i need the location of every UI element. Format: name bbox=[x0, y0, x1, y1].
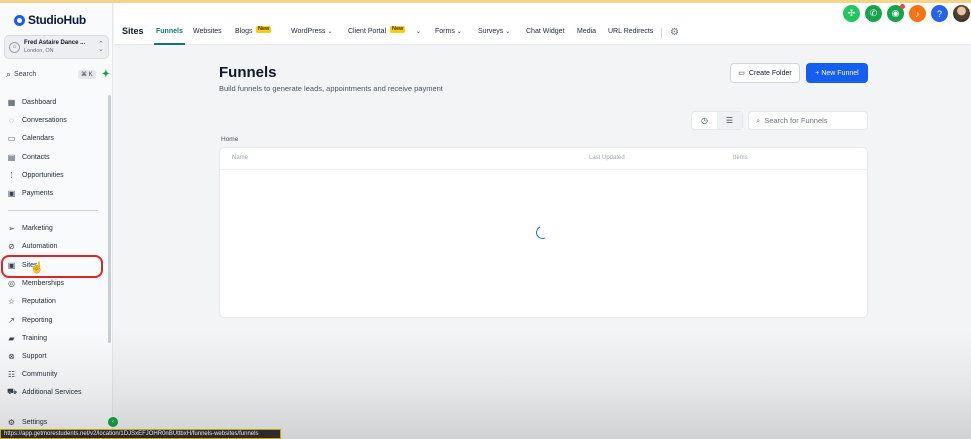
cart-icon: ⛟ bbox=[7, 387, 18, 396]
send-icon: ➢ bbox=[8, 223, 15, 233]
contacts-icon: ▤ bbox=[7, 152, 16, 162]
sidebar-item-contacts[interactable]: ▤ Contacts bbox=[7, 150, 50, 164]
grid-icon: ▦ bbox=[7, 97, 16, 107]
tab-media[interactable]: Media bbox=[577, 28, 596, 35]
column-last-updated[interactable]: Last Updated bbox=[589, 155, 625, 161]
chevron-down-icon: ⌄ bbox=[327, 29, 333, 35]
tab-chat-widget[interactable]: Chat Widget bbox=[526, 28, 565, 35]
breadcrumb[interactable]: Home bbox=[221, 136, 238, 143]
search-icon: ⌕ bbox=[756, 115, 761, 125]
active-tab-indicator bbox=[154, 43, 185, 45]
support-widget-icon[interactable]: ✣ bbox=[843, 5, 860, 22]
tab-blogs[interactable]: Blogs bbox=[235, 28, 253, 35]
help-icon[interactable]: ? bbox=[931, 5, 948, 22]
chevron-updown-icon: ⌃ ⌄ bbox=[98, 41, 104, 53]
search-shortcut: ⌘ K bbox=[77, 69, 96, 79]
sidebar-item-support[interactable]: ⊗ Support bbox=[7, 349, 46, 363]
sidebar-item-marketing[interactable]: ➢ Marketing bbox=[7, 221, 53, 235]
new-funnel-button[interactable]: + New Funnel bbox=[806, 63, 868, 83]
logo-text: StudioHub bbox=[28, 13, 86, 27]
section-title: Sites bbox=[122, 26, 144, 36]
search-icon: ⌕ bbox=[6, 68, 12, 79]
sidebar-item-calendars[interactable]: ▭ Calendars bbox=[7, 131, 54, 145]
community-icon: ☷ bbox=[7, 369, 16, 379]
funnel-search-input[interactable]: ⌕ Search for Funnels bbox=[748, 111, 868, 130]
location-switcher[interactable]: ⌂ Fred Astaire Dance ... London, ON ⌃ ⌄ bbox=[4, 35, 109, 59]
logo-icon bbox=[14, 14, 25, 26]
tab-surveys[interactable]: Surveys ⌄ bbox=[478, 28, 510, 35]
sidebar-item-community[interactable]: ☷ Community bbox=[7, 367, 58, 381]
avatar[interactable] bbox=[953, 5, 970, 22]
book-icon: ▰ bbox=[8, 333, 15, 343]
automation-icon: ⊘ bbox=[8, 241, 15, 251]
client-portal-dropdown[interactable]: ⌄ bbox=[416, 28, 421, 35]
chevron-down-icon: ⌄ bbox=[456, 29, 462, 35]
tab-forms[interactable]: Forms ⌄ bbox=[435, 28, 462, 35]
announcements-icon[interactable]: ◉ bbox=[887, 4, 905, 22]
view-toggle: ◷ ☰ bbox=[691, 111, 743, 130]
new-badge-blogs: New bbox=[256, 26, 272, 33]
search-placeholder: Search for Funnels bbox=[764, 116, 828, 125]
sidebar-item-additional-services[interactable]: ⛟ Additional Services bbox=[7, 385, 82, 399]
sidebar-item-opportunities[interactable]: ⁞ Opportunities bbox=[7, 168, 63, 182]
video-overlay-gradient bbox=[0, 330, 971, 439]
location-name: Fred Astaire Dance ... bbox=[24, 40, 86, 46]
sidebar-item-payments[interactable]: ▣ Payments bbox=[7, 186, 53, 200]
sites-highlight-annotation bbox=[1, 255, 103, 278]
quick-add-icon[interactable]: ✦ bbox=[102, 69, 110, 80]
tab-wordpress[interactable]: WordPress ⌄ bbox=[291, 28, 332, 35]
location-city: London, ON bbox=[24, 48, 54, 54]
column-name[interactable]: Name bbox=[232, 155, 248, 161]
tab-websites[interactable]: Websites bbox=[193, 28, 222, 35]
tab-url-redirects[interactable]: URL Redirects bbox=[608, 28, 653, 35]
tab-funnels[interactable]: Funnels bbox=[156, 28, 183, 35]
sidebar-search-label: Search bbox=[14, 70, 37, 78]
recent-view-clock-icon[interactable]: ◷ bbox=[692, 112, 717, 129]
create-folder-button[interactable]: ▭ Create Folder bbox=[730, 63, 800, 83]
pipeline-icon: ⁞ bbox=[10, 170, 13, 180]
calendar-icon: ▭ bbox=[7, 133, 16, 143]
sites-settings-gear-icon[interactable]: ⚙ bbox=[670, 27, 679, 38]
page-subtitle: Build funnels to generate leads, appoint… bbox=[219, 84, 443, 93]
bell-icon[interactable]: ♪ bbox=[909, 5, 926, 22]
membership-icon: ◎ bbox=[8, 278, 15, 288]
notification-dot bbox=[900, 4, 905, 9]
list-view-icon[interactable]: ☰ bbox=[717, 112, 742, 129]
chevron-down-icon: ⌄ bbox=[505, 29, 511, 35]
payments-icon: ▣ bbox=[7, 188, 16, 198]
sidebar-item-reporting[interactable]: ↗ Reporting bbox=[7, 313, 52, 327]
sidebar-item-conversations[interactable]: ◌ Conversations bbox=[7, 113, 67, 127]
chat-icon: ◌ bbox=[9, 115, 14, 125]
collapse-sidebar-icon[interactable]: ‹ bbox=[108, 417, 118, 427]
table-header: Name Last Updated Items bbox=[220, 148, 867, 170]
sidebar-item-automation[interactable]: ⊘ Automation bbox=[7, 239, 57, 253]
column-items[interactable]: Items bbox=[733, 155, 748, 161]
hand-cursor-icon: ☝ bbox=[30, 262, 44, 274]
sidebar-item-training[interactable]: ▰ Training bbox=[7, 331, 47, 345]
chevron-down-icon: ⌄ bbox=[416, 29, 422, 35]
folder-icon: ▭ bbox=[738, 70, 745, 77]
logo[interactable]: StudioHub bbox=[14, 13, 86, 27]
sidebar-item-settings[interactable]: ⚙ Settings bbox=[7, 415, 47, 429]
gear-icon: ⚙ bbox=[7, 417, 16, 427]
new-badge-client-portal: New bbox=[390, 26, 406, 33]
sidebar-item-memberships[interactable]: ◎ Memberships bbox=[7, 276, 64, 290]
tab-client-portal[interactable]: Client Portal bbox=[348, 28, 386, 35]
sidebar-scrollbar[interactable] bbox=[108, 95, 111, 343]
sidebar-search[interactable]: ⌕ Search ⌘ K ✦ bbox=[6, 67, 110, 81]
phone-icon[interactable]: ✆ bbox=[865, 5, 882, 22]
location-icon: ⌂ bbox=[9, 41, 20, 53]
sidebar-item-reputation[interactable]: ☆ Reputation bbox=[7, 294, 56, 308]
sidebar-item-dashboard[interactable]: ▦ Dashboard bbox=[7, 95, 57, 109]
star-icon: ☆ bbox=[7, 296, 16, 306]
nav-separator bbox=[661, 28, 662, 38]
reporting-icon: ↗ bbox=[8, 315, 15, 325]
sidebar-divider bbox=[8, 210, 98, 211]
page-title: Funnels bbox=[219, 64, 277, 81]
support-icon: ⊗ bbox=[8, 351, 15, 361]
status-url-bar: https://app.getmorestudents.net/v2/locat… bbox=[0, 429, 281, 439]
header-actions: ✣ ✆ ◉ ♪ ? bbox=[843, 4, 970, 22]
